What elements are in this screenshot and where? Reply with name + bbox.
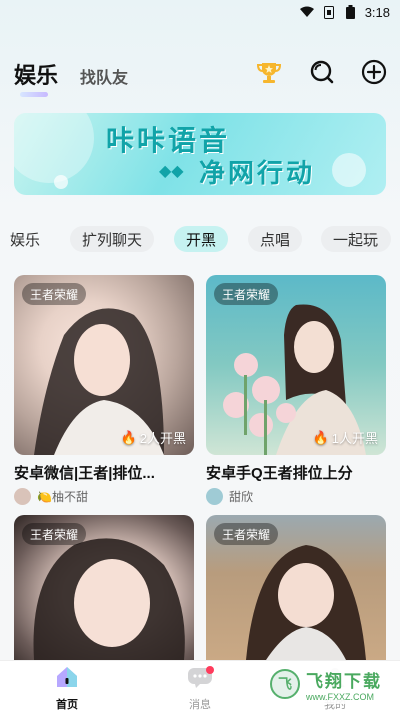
banner-title-line2: 净网行动 <box>199 158 316 188</box>
tab-entertainment[interactable]: 娱乐 <box>14 58 58 90</box>
chip-play-together[interactable]: 一起玩 <box>321 226 391 252</box>
sim-icon <box>321 5 337 19</box>
site-watermark: 飞 飞翔下载 www.FXXZ.COM <box>270 664 392 704</box>
room-card[interactable]: 王者荣耀 🔥 2人开黑 安卓微信|王者|排位... 🍋柚不甜 <box>14 275 194 505</box>
player-count: 🔥 2人开黑 <box>121 428 186 447</box>
owner-name: 甜欣 <box>229 490 254 504</box>
room-owner: 甜欣 <box>206 488 386 505</box>
room-title: 安卓手Q王者排位上分 <box>206 465 353 482</box>
banner-diamonds: ◆◆ <box>159 163 184 180</box>
nav-home[interactable]: 首页 <box>37 665 97 710</box>
watermark-logo-icon: 飞 <box>270 669 300 699</box>
room-cover-image: 王者荣耀 🔥 2人开黑 <box>14 275 194 455</box>
tab-find-teammates[interactable]: 找队友 <box>80 64 128 88</box>
banner-decoration <box>54 175 68 189</box>
status-bar: 3:18 <box>0 0 400 24</box>
unread-badge <box>206 666 214 674</box>
watermark-title: 飞翔下载 <box>306 671 382 691</box>
owner-name: 🍋柚不甜 <box>37 490 88 504</box>
chip-entertainment[interactable]: 娱乐 <box>0 226 52 252</box>
player-count: 🔥 1人开黑 <box>313 428 378 447</box>
trophy-icon[interactable] <box>255 58 283 86</box>
room-title: 安卓微信|王者|排位... <box>14 465 155 482</box>
game-tag: 王者荣耀 <box>22 523 87 545</box>
promo-banner[interactable]: 咔咔语音 ◆◆ 净网行动 <box>14 113 386 195</box>
fire-icon: 🔥 <box>120 429 137 445</box>
watermark-url: www.FXXZ.COM <box>306 691 375 702</box>
room-card[interactable]: 王者荣耀 <box>14 515 194 660</box>
game-tag: 王者荣耀 <box>214 523 279 545</box>
room-cover-image: 王者荣耀 <box>14 515 194 660</box>
top-header: 娱乐 找队友 <box>0 52 400 100</box>
room-cover-image: 王者荣耀 <box>206 515 386 660</box>
game-tag: 王者荣耀 <box>22 283 87 305</box>
status-time: 3:18 <box>364 4 390 20</box>
category-chips: 娱乐 扩列聊天 开黑 点唱 一起玩 <box>0 226 400 252</box>
active-tab-indicator <box>20 92 48 97</box>
room-owner: 🍋柚不甜 <box>14 488 194 505</box>
player-count-text: 2人开黑 <box>139 431 186 446</box>
banner-decoration <box>14 113 94 183</box>
avatar <box>206 488 223 505</box>
wifi-icon <box>299 5 315 19</box>
chip-sing[interactable]: 点唱 <box>248 226 303 252</box>
room-card[interactable]: 王者荣耀 <box>206 515 386 660</box>
search-icon[interactable] <box>308 58 336 86</box>
home-icon <box>54 665 80 694</box>
watermark-text: 飞翔下载 www.FXXZ.COM <box>306 667 382 702</box>
player-count-text: 1人开黑 <box>331 431 378 446</box>
nav-home-label: 首页 <box>56 699 78 710</box>
fire-icon: 🔥 <box>312 429 329 445</box>
chip-team-play[interactable]: 开黑 <box>174 226 229 252</box>
room-cover-image: 王者荣耀 🔥 1人开黑 <box>206 275 386 455</box>
nav-messages-label: 消息 <box>189 699 211 710</box>
battery-icon <box>343 5 359 19</box>
room-card[interactable]: 王者荣耀 🔥 1人开黑 安卓手Q王者排位上分 甜欣 <box>206 275 386 505</box>
chip-make-friends[interactable]: 扩列聊天 <box>70 226 155 252</box>
nav-messages[interactable]: 消息 <box>170 665 230 710</box>
game-tag: 王者荣耀 <box>214 283 279 305</box>
banner-decoration <box>332 153 366 187</box>
avatar <box>14 488 31 505</box>
add-icon[interactable] <box>360 58 388 86</box>
